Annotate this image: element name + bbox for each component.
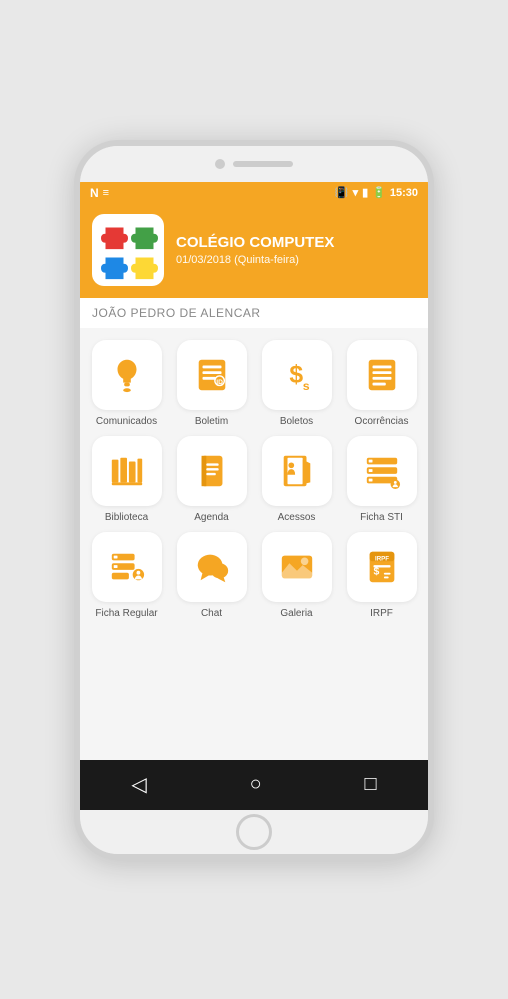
wifi-icon: ▾ bbox=[353, 186, 359, 199]
galeria-label: Galeria bbox=[280, 608, 312, 620]
svg-text:$: $ bbox=[289, 361, 303, 388]
signal-icon: ▮ bbox=[362, 186, 368, 199]
ficha-sti-icon-box[interactable] bbox=[347, 436, 417, 506]
chat-icon-box[interactable] bbox=[177, 532, 247, 602]
user-bar: JOÃO PEDRO DE ALENCAR bbox=[80, 298, 428, 328]
galeria-icon-box[interactable] bbox=[262, 532, 332, 602]
acessos-icon-box[interactable] bbox=[262, 436, 332, 506]
agenda-label: Agenda bbox=[194, 512, 228, 524]
camera bbox=[215, 159, 225, 169]
grid-row-2: Biblioteca Agenda bbox=[88, 436, 420, 524]
phone-bottom-bar bbox=[80, 810, 428, 854]
header: COLÉGIO COMPUTEX 01/03/2018 (Quinta-feir… bbox=[80, 204, 428, 298]
school-name: COLÉGIO COMPUTEX bbox=[176, 234, 416, 252]
back-button[interactable]: ◁ bbox=[131, 772, 146, 797]
grid-item-comunicados[interactable]: Comunicados bbox=[88, 340, 165, 428]
recent-button[interactable]: □ bbox=[364, 773, 376, 796]
acessos-label: Acessos bbox=[278, 512, 316, 524]
status-icon-n: N bbox=[90, 186, 99, 200]
phone-frame: N ≡ 📳 ▾ ▮ 🔋 15:30 bbox=[74, 140, 434, 860]
svg-text:s: s bbox=[302, 379, 309, 393]
grid-item-biblioteca[interactable]: Biblioteca bbox=[88, 436, 165, 524]
speaker bbox=[233, 161, 293, 167]
grid-item-ficha-sti[interactable]: Ficha STI bbox=[343, 436, 420, 524]
irpf-icon-box[interactable]: IRPF $ bbox=[347, 532, 417, 602]
app-grid: Comunicados ID Boletim bbox=[80, 328, 428, 760]
grid-row-1: Comunicados ID Boletim bbox=[88, 340, 420, 428]
svg-text:ID: ID bbox=[216, 379, 223, 386]
chat-label: Chat bbox=[201, 608, 222, 620]
grid-item-irpf[interactable]: IRPF $ IRPF bbox=[343, 532, 420, 620]
comunicados-label: Comunicados bbox=[96, 416, 157, 428]
agenda-icon-box[interactable] bbox=[177, 436, 247, 506]
phone-top-bar bbox=[80, 146, 428, 182]
ficha-regular-label: Ficha Regular bbox=[95, 608, 157, 620]
battery-icon: 🔋 bbox=[372, 186, 386, 199]
grid-item-boletim[interactable]: ID Boletim bbox=[173, 340, 250, 428]
grid-item-galeria[interactable]: Galeria bbox=[258, 532, 335, 620]
status-left: N ≡ bbox=[90, 186, 109, 200]
boletos-label: Boletos bbox=[280, 416, 313, 428]
biblioteca-icon-box[interactable] bbox=[92, 436, 162, 506]
comunicados-icon-box[interactable] bbox=[92, 340, 162, 410]
svg-text:$: $ bbox=[373, 566, 379, 577]
grid-item-ocorrencias[interactable]: Ocorrências bbox=[343, 340, 420, 428]
ficha-regular-icon-box[interactable] bbox=[92, 532, 162, 602]
svg-text:IRPF: IRPF bbox=[374, 555, 388, 562]
username-display: JOÃO PEDRO DE ALENCAR bbox=[92, 306, 261, 320]
school-logo bbox=[92, 214, 164, 286]
grid-item-boletos[interactable]: $ s Boletos bbox=[258, 340, 335, 428]
grid-row-3: Ficha Regular Chat bbox=[88, 532, 420, 620]
bottom-nav: ◁ ○ □ bbox=[80, 760, 428, 810]
grid-item-ficha-regular[interactable]: Ficha Regular bbox=[88, 532, 165, 620]
boletim-icon-box[interactable]: ID bbox=[177, 340, 247, 410]
biblioteca-label: Biblioteca bbox=[105, 512, 148, 524]
header-date: 01/03/2018 (Quinta-feira) bbox=[176, 254, 416, 266]
home-button[interactable]: ○ bbox=[250, 773, 262, 796]
boletim-label: Boletim bbox=[195, 416, 228, 428]
grid-item-chat[interactable]: Chat bbox=[173, 532, 250, 620]
status-icon-signal: ≡ bbox=[103, 187, 109, 199]
vibrate-icon: 📳 bbox=[335, 186, 349, 199]
ocorrencias-icon-box[interactable] bbox=[347, 340, 417, 410]
grid-item-acessos[interactable]: Acessos bbox=[258, 436, 335, 524]
header-info: COLÉGIO COMPUTEX 01/03/2018 (Quinta-feir… bbox=[176, 234, 416, 266]
phone-screen: N ≡ 📳 ▾ ▮ 🔋 15:30 bbox=[80, 182, 428, 810]
boletos-icon-box[interactable]: $ s bbox=[262, 340, 332, 410]
time-display: 15:30 bbox=[390, 187, 418, 199]
physical-home-button[interactable] bbox=[236, 814, 272, 850]
ficha-sti-label: Ficha STI bbox=[360, 512, 403, 524]
status-right: 📳 ▾ ▮ 🔋 15:30 bbox=[335, 186, 418, 199]
grid-item-agenda[interactable]: Agenda bbox=[173, 436, 250, 524]
status-bar: N ≡ 📳 ▾ ▮ 🔋 15:30 bbox=[80, 182, 428, 204]
irpf-label: IRPF bbox=[370, 608, 393, 620]
ocorrencias-label: Ocorrências bbox=[355, 416, 409, 428]
